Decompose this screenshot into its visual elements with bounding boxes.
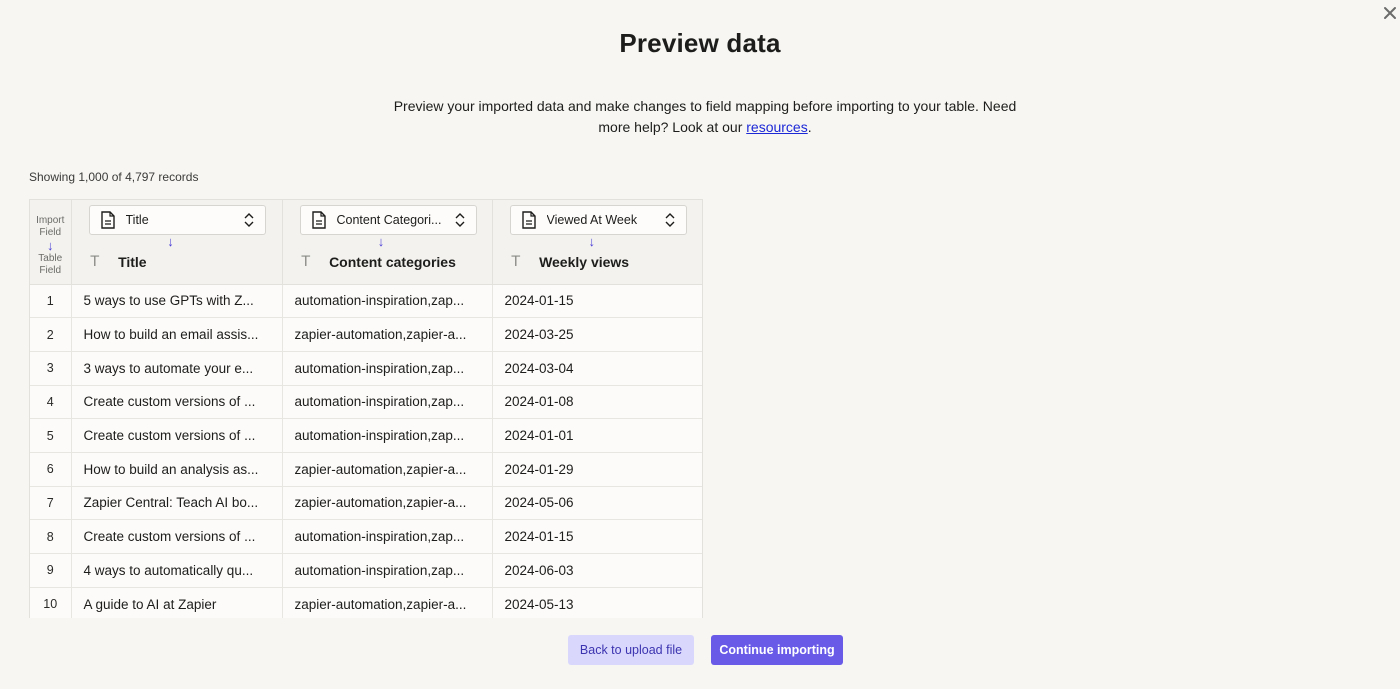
description-text: Preview your imported data and make chan…	[393, 98, 1017, 135]
row-number: 7	[30, 486, 72, 521]
table-field-label: Content categories	[329, 254, 456, 270]
table-row: 33 ways to automate your e... automation-…	[30, 351, 702, 386]
text-type-icon: T	[301, 254, 311, 270]
table-row: 6 How to build an analysis as... zapier-au…	[30, 452, 702, 487]
cell-title: 4 ways to automatically qu...	[71, 553, 283, 588]
column-header-title: Title ↓ T Title	[71, 200, 283, 285]
table-row: 10 A guide to AI at Zapier zapier-automati…	[30, 587, 702, 618]
close-button[interactable]	[1380, 3, 1400, 23]
description-end: .	[807, 119, 812, 135]
cell-title: Create custom versions of ...	[71, 519, 283, 554]
cell-title: 3 ways to automate your e...	[71, 351, 283, 386]
resources-link[interactable]: resources	[746, 119, 807, 135]
column-header-weekly-views: Viewed At Week ↓ T Weekly views	[492, 200, 702, 285]
preview-table: Import Field ↓ Table Field Title ↓ T Tit…	[30, 200, 702, 618]
row-number: 9	[30, 553, 72, 588]
chevron-updown-icon	[244, 213, 253, 227]
table-field-label: Weekly views	[539, 254, 630, 270]
import-field-value: Title	[125, 213, 149, 227]
cell-content-categories: zapier-automation,zapier-a...	[282, 317, 493, 352]
table-field-label: Title	[118, 254, 147, 270]
cell-title: Create custom versions of ...	[71, 385, 283, 420]
cell-content-categories: zapier-automation,zapier-a...	[282, 452, 493, 487]
cell-weekly-views: 2024-03-25	[492, 317, 702, 352]
cell-content-categories: automation-inspiration,zap...	[282, 519, 493, 554]
cell-weekly-views: 2024-01-01	[492, 418, 702, 453]
import-label: Import Field	[36, 215, 65, 238]
chevron-updown-icon	[455, 213, 464, 227]
cell-content-categories: automation-inspiration,zap...	[282, 284, 493, 319]
arrow-down-icon: ↓	[47, 238, 54, 253]
cell-content-categories: automation-inspiration,zap...	[282, 553, 493, 588]
row-number: 1	[30, 284, 72, 319]
row-number: 2	[30, 317, 72, 352]
table-row: 8 Create custom versions of ... automation…	[30, 519, 702, 554]
cell-weekly-views: 2024-03-04	[492, 351, 702, 386]
mapping-legend-header: Import Field ↓ Table Field	[30, 200, 72, 285]
cell-content-categories: automation-inspiration,zap...	[282, 351, 493, 386]
dialog-description: Preview your imported data and make chan…	[380, 96, 1030, 138]
row-number: 6	[30, 452, 72, 487]
cell-weekly-views: 2024-01-29	[492, 452, 702, 487]
cell-title: Create custom versions of ...	[71, 418, 283, 453]
arrow-down-icon: ↓	[588, 234, 596, 249]
import-field-value: Content Categori...	[336, 213, 442, 227]
row-number: 8	[30, 519, 72, 554]
close-icon	[1384, 7, 1396, 19]
cell-weekly-views: 2024-05-13	[492, 587, 702, 618]
table-body: 15 ways to use GPTs with Z... automation-…	[30, 284, 702, 618]
continue-importing-button[interactable]: Continue importing	[711, 635, 843, 665]
import-field-value: Viewed At Week	[546, 213, 638, 227]
cell-title: 5 ways to use GPTs with Z...	[71, 284, 283, 319]
table-row: 94 ways to automatically qu... automation…	[30, 553, 702, 588]
import-field-select[interactable]: Content Categori...	[299, 205, 477, 235]
table-field-label: Table Field	[38, 253, 63, 276]
dialog-title: Preview data	[619, 28, 781, 58]
document-icon	[100, 211, 115, 229]
text-type-icon: T	[90, 254, 100, 270]
row-number: 4	[30, 385, 72, 420]
preview-data-dialog: Preview data Preview your imported data …	[0, 0, 1400, 689]
cell-title: A guide to AI at Zapier	[71, 587, 283, 618]
cell-content-categories: zapier-automation,zapier-a...	[282, 486, 493, 521]
preview-table-container[interactable]: Import Field ↓ Table Field Title ↓ T Tit…	[29, 199, 703, 618]
text-type-icon: T	[511, 254, 521, 270]
table-row: 7 Zapier Central: Teach AI bo... zapier-au…	[30, 486, 702, 521]
cell-content-categories: zapier-automation,zapier-a...	[282, 587, 493, 618]
back-to-upload-button[interactable]: Back to upload file	[568, 635, 694, 665]
table-row: 2 How to build an email assis... zapier-au…	[30, 317, 702, 352]
document-icon	[311, 211, 326, 229]
import-field-select[interactable]: Viewed At Week	[509, 205, 687, 235]
cell-weekly-views: 2024-01-08	[492, 385, 702, 420]
column-header-content-categories: Content Categori... ↓ T Content categori…	[282, 200, 493, 285]
table-field-name: T Title	[91, 254, 147, 270]
cell-weekly-views: 2024-06-03	[492, 553, 702, 588]
row-number: 3	[30, 351, 72, 386]
row-number: 10	[30, 587, 72, 618]
cell-title: Zapier Central: Teach AI bo...	[71, 486, 283, 521]
arrow-down-icon: ↓	[377, 234, 385, 249]
document-icon	[521, 211, 536, 229]
cell-title: How to build an analysis as...	[71, 452, 283, 487]
cell-weekly-views: 2024-05-06	[492, 486, 702, 521]
chevron-updown-icon	[665, 213, 674, 227]
cell-content-categories: automation-inspiration,zap...	[282, 418, 493, 453]
table-field-name: T Weekly views	[512, 254, 630, 270]
records-count: Showing 1,000 of 4,797 records	[29, 170, 199, 184]
table-row: 5 Create custom versions of ... automation…	[30, 418, 702, 453]
cell-weekly-views: 2024-01-15	[492, 519, 702, 554]
table-field-name: T Content categories	[302, 254, 456, 270]
cell-title: How to build an email assis...	[71, 317, 283, 352]
header-row: Import Field ↓ Table Field Title ↓ T Tit…	[30, 200, 702, 285]
arrow-down-icon: ↓	[167, 234, 174, 249]
import-field-select[interactable]: Title	[88, 205, 266, 235]
row-number: 5	[30, 418, 72, 453]
cell-content-categories: automation-inspiration,zap...	[282, 385, 493, 420]
table-row: 15 ways to use GPTs with Z... automation-…	[30, 284, 702, 319]
table-row: 4 Create custom versions of ... automation…	[30, 385, 702, 420]
cell-weekly-views: 2024-01-15	[492, 284, 702, 319]
